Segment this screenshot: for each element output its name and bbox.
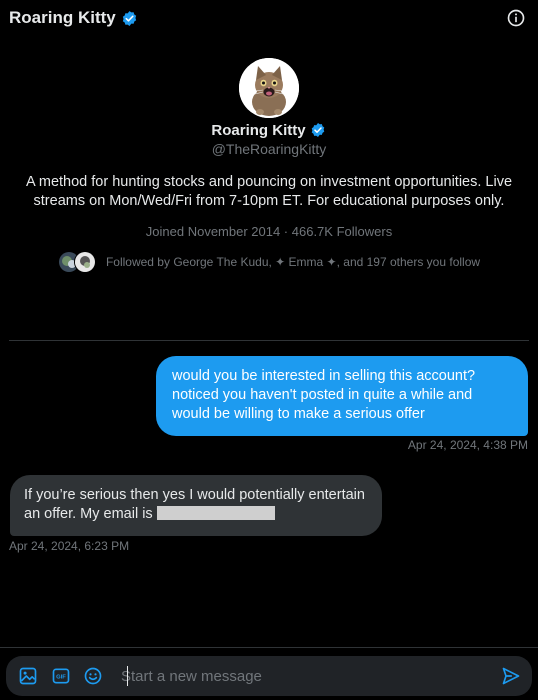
composer-divider bbox=[0, 647, 538, 648]
follower-avatars bbox=[57, 251, 96, 273]
gif-icon[interactable]: GIF bbox=[51, 666, 71, 686]
verified-badge-icon bbox=[121, 10, 138, 27]
avatar[interactable] bbox=[239, 58, 299, 118]
followed-by-text: Followed by George The Kudu, ✦ Emma ✦, a… bbox=[105, 255, 481, 269]
message-bubble-outgoing[interactable]: would you be interested in selling this … bbox=[156, 356, 528, 436]
message-composer: GIF bbox=[6, 656, 532, 696]
info-circle-icon[interactable] bbox=[506, 8, 526, 28]
message-timestamp: Apr 24, 2024, 6:23 PM bbox=[9, 539, 130, 553]
send-icon[interactable] bbox=[501, 666, 521, 686]
message-input[interactable] bbox=[121, 662, 481, 690]
conversation-header: Roaring Kitty bbox=[0, 0, 538, 40]
profile-name[interactable]: Roaring Kitty bbox=[211, 122, 305, 139]
profile-handle: @TheRoaringKitty bbox=[211, 141, 327, 157]
profile-name-row: Roaring Kitty bbox=[211, 120, 326, 140]
profile-meta: Joined November 2014 · 466.7K Followers bbox=[145, 224, 393, 239]
emoji-icon[interactable] bbox=[83, 666, 103, 686]
verified-badge-icon bbox=[310, 122, 327, 139]
message-timestamp: Apr 24, 2024, 4:38 PM bbox=[407, 438, 528, 452]
header-name: Roaring Kitty bbox=[9, 8, 116, 27]
follower-avatar bbox=[73, 251, 96, 273]
image-icon[interactable] bbox=[18, 666, 38, 686]
header-title: Roaring Kitty bbox=[9, 8, 138, 28]
profile-bio: A method for hunting stocks and pouncing… bbox=[25, 174, 513, 209]
section-divider bbox=[9, 340, 529, 341]
svg-text:GIF: GIF bbox=[56, 675, 66, 681]
followed-by[interactable]: Followed by George The Kudu, ✦ Emma ✦, a… bbox=[0, 251, 538, 273]
profile-summary: Roaring Kitty @TheRoaringKitty A method … bbox=[0, 58, 538, 273]
message-bubble-incoming[interactable]: If you’re serious then yes I would poten… bbox=[10, 475, 382, 536]
text-cursor bbox=[127, 666, 128, 686]
redacted-email bbox=[156, 506, 275, 520]
